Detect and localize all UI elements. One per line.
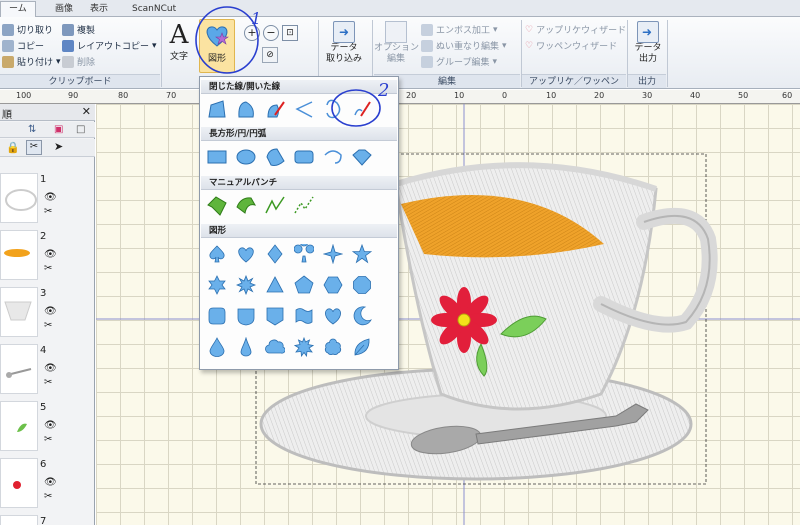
annotation-number: 2	[378, 80, 390, 101]
annotation-number: 1	[251, 9, 262, 28]
annotation-overlay	[195, 6, 381, 127]
annotation-circle	[331, 89, 381, 127]
annotation-circle	[195, 6, 259, 74]
